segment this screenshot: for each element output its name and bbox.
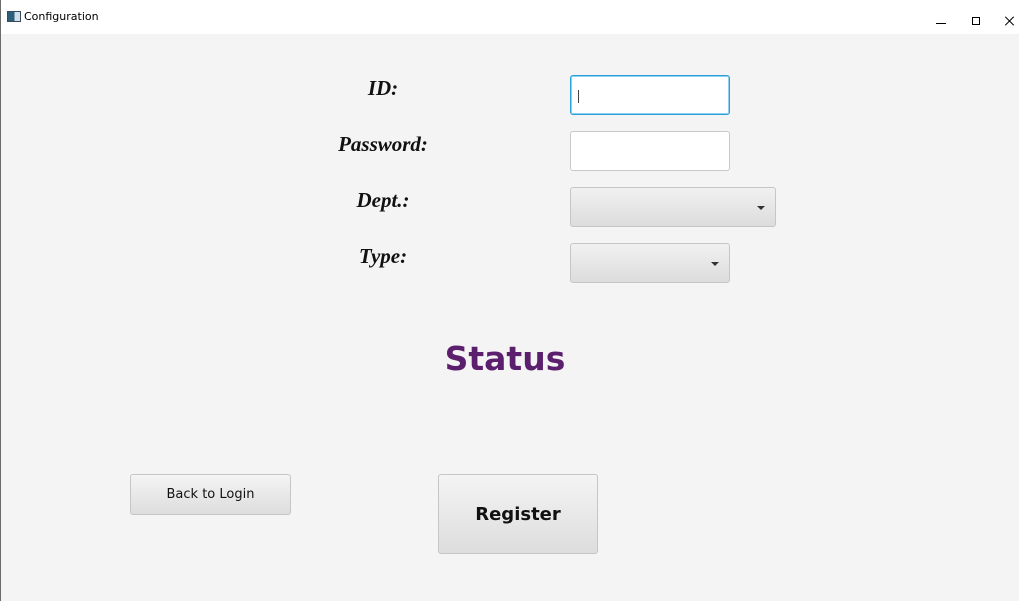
app-window-icon xyxy=(7,11,21,22)
status-text: Status xyxy=(444,339,566,378)
dept-dropdown[interactable] xyxy=(570,187,776,227)
close-icon xyxy=(1005,16,1015,26)
window-title: Configuration xyxy=(24,10,99,23)
password-label: Password: xyxy=(338,132,428,156)
id-field[interactable] xyxy=(570,75,730,115)
minimize-icon xyxy=(936,23,946,24)
register-button[interactable]: Register xyxy=(438,474,598,554)
chevron-down-icon xyxy=(711,262,719,266)
text-caret xyxy=(578,90,579,103)
back-to-login-button[interactable]: Back to Login xyxy=(130,474,291,515)
dept-label: Dept.: xyxy=(356,188,410,212)
title-bar[interactable]: Configuration xyxy=(1,0,1019,34)
configuration-window: Configuration ID: Password: Dept.: Type:… xyxy=(0,0,1019,601)
maximize-icon xyxy=(972,17,980,25)
password-field[interactable] xyxy=(570,131,730,171)
type-label: Type: xyxy=(358,244,408,268)
minimize-button[interactable] xyxy=(925,0,959,34)
close-button[interactable] xyxy=(995,0,1019,34)
id-label: ID: xyxy=(367,76,399,100)
chevron-down-icon xyxy=(757,206,765,210)
maximize-button[interactable] xyxy=(960,0,994,34)
type-dropdown[interactable] xyxy=(570,243,730,283)
